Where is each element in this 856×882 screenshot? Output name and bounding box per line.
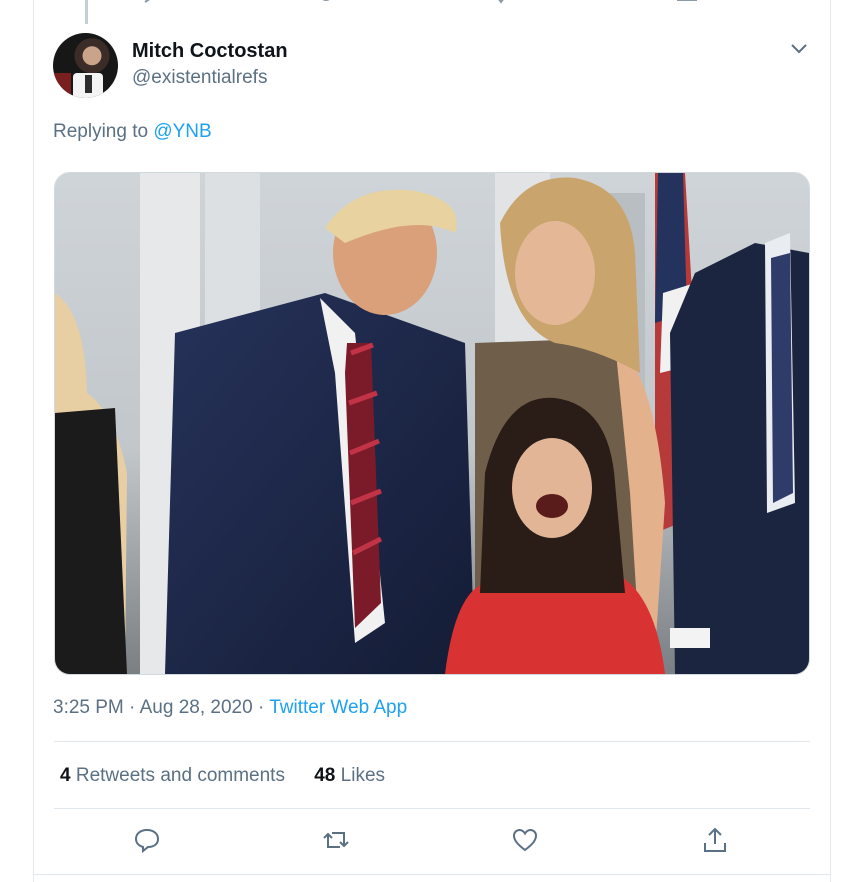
likes-label: Likes: [340, 765, 386, 786]
replying-to-link[interactable]: @YNB: [153, 121, 211, 142]
likes-count: 48: [314, 765, 336, 786]
photo-illustration: [55, 173, 809, 674]
separator-dot: ·: [257, 697, 270, 718]
chevron-down-icon[interactable]: [789, 38, 809, 58]
likes-stat[interactable]: 48 Likes: [314, 765, 385, 786]
tweet-source[interactable]: Twitter Web App: [269, 697, 407, 718]
previous-tweet-actions: [144, 0, 697, 4]
divider: [54, 741, 810, 742]
retweets-stat[interactable]: 4 Retweets and comments: [60, 765, 285, 786]
tweet-metadata: 3:25 PM · Aug 28, 2020 · Twitter Web App: [53, 697, 407, 719]
tweet-bottom-border: [33, 874, 831, 875]
replying-to-prefix: Replying to: [53, 121, 149, 142]
share-icon[interactable]: [701, 826, 729, 854]
reply-icon[interactable]: [133, 826, 161, 854]
divider: [54, 808, 810, 809]
timeline-border-right: [830, 0, 831, 882]
tweet-time[interactable]: 3:25 PM: [53, 697, 124, 718]
thread-connector-line: [85, 0, 88, 24]
retweets-count: 4: [60, 765, 71, 786]
retweet-icon[interactable]: [322, 826, 350, 854]
retweets-label: Retweets and comments: [75, 765, 285, 786]
avatar[interactable]: [53, 33, 118, 98]
engagement-stats: 4 Retweets and comments 48 Likes: [60, 765, 385, 787]
timeline-border-left: [33, 0, 34, 882]
tweet-photo[interactable]: [54, 172, 810, 675]
author-handle[interactable]: @existentialrefs: [132, 67, 267, 89]
tweet-date[interactable]: Aug 28, 2020: [140, 697, 253, 718]
like-icon[interactable]: [511, 826, 539, 854]
separator-dot: ·: [129, 697, 140, 718]
replying-to: Replying to @YNB: [53, 121, 212, 143]
author-name[interactable]: Mitch Coctostan: [132, 40, 288, 63]
